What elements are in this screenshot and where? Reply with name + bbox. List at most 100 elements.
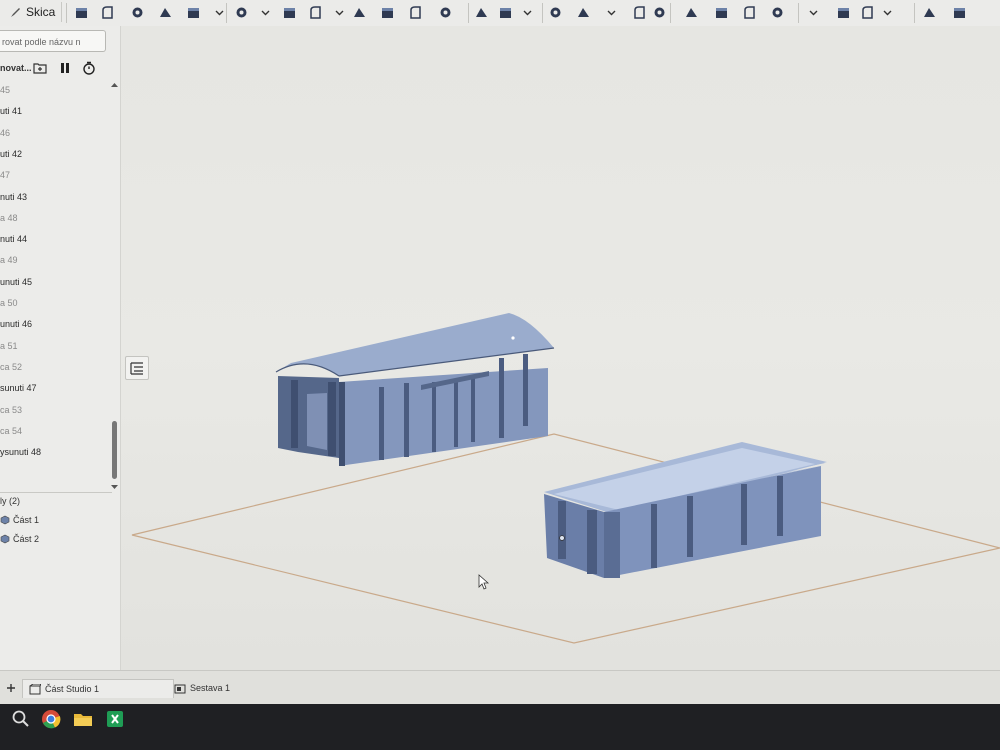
plus-icon <box>7 684 15 692</box>
feature-list-item[interactable]: ca 53 <box>0 401 22 419</box>
part-item[interactable]: Část 2 <box>0 534 39 544</box>
replace-face-icon[interactable] <box>714 5 729 20</box>
feature-list-item[interactable]: a 51 <box>0 337 18 355</box>
split-icon[interactable] <box>498 5 513 20</box>
tab-assembly[interactable]: Sestava 1 <box>168 679 270 697</box>
feature-search-input[interactable]: rovat podle názvu n <box>0 30 106 52</box>
cylinder-icon[interactable] <box>438 5 453 20</box>
viewport-canvas <box>131 313 1000 644</box>
chevron-down-icon[interactable] <box>212 5 227 20</box>
chevron-down-icon[interactable] <box>110 483 119 491</box>
panel-toggle-button[interactable] <box>125 356 149 380</box>
file-explorer-icon[interactable] <box>72 708 94 730</box>
add-folder-icon[interactable] <box>33 62 47 74</box>
container-body[interactable] <box>544 442 827 578</box>
plane-icon[interactable] <box>770 5 785 20</box>
draft-icon[interactable] <box>308 5 323 20</box>
loft-icon[interactable] <box>158 5 173 20</box>
boolean-icon[interactable] <box>474 5 489 20</box>
revolve-icon[interactable] <box>100 5 115 20</box>
toolbar-separator <box>670 3 671 23</box>
pattern-icon[interactable] <box>576 5 591 20</box>
sketch-button-label: Skica <box>26 5 56 19</box>
chevron-down-icon[interactable] <box>806 5 821 20</box>
shell-icon[interactable] <box>352 5 367 20</box>
feature-list-panel: rovat podle názvu n novat... 45 uti 41 46 u… <box>0 26 121 670</box>
part-studio-icon <box>29 683 41 694</box>
list-icon[interactable] <box>860 5 875 20</box>
feature-list-scrollbar[interactable] <box>110 81 119 489</box>
rollback-clock-icon[interactable] <box>82 61 96 75</box>
document-tab-bar: Část Studio 1 Sestava 1 <box>0 670 1000 705</box>
pause-icon[interactable] <box>60 62 70 74</box>
feature-list-item[interactable]: a 48 <box>0 209 18 227</box>
extrude-icon[interactable] <box>74 5 89 20</box>
code-icon[interactable] <box>952 5 967 20</box>
part-icon <box>0 515 10 525</box>
tab-label: Část Studio 1 <box>45 684 100 694</box>
toolbar-separator <box>542 3 543 23</box>
search-icon[interactable] <box>10 708 32 730</box>
feature-list-item[interactable]: 45 <box>0 81 10 99</box>
toolbar-separator <box>226 3 227 23</box>
part-item-label: Část 2 <box>13 534 40 544</box>
parts-header: ly (2) <box>0 496 20 506</box>
chevron-down-icon[interactable] <box>258 5 273 20</box>
hole-icon[interactable] <box>380 5 395 20</box>
transform-icon[interactable] <box>548 5 563 20</box>
part-item[interactable]: Část 1 <box>0 515 39 525</box>
feature-list: 45 uti 41 46 uti 42 47 nuti 43 a 48 nuti 44 a 49… <box>0 81 110 466</box>
chamfer-icon[interactable] <box>282 5 297 20</box>
feature-list-item[interactable]: sunuti 47 <box>0 379 37 397</box>
feature-list-item[interactable]: nuti 44 <box>0 230 27 248</box>
toolbar-separator <box>66 3 67 23</box>
thicken-icon[interactable] <box>186 5 201 20</box>
offset-surface-icon[interactable] <box>742 5 757 20</box>
panel-divider <box>0 492 112 493</box>
feature-list-item[interactable]: uti 42 <box>0 145 22 163</box>
add-tab-button[interactable] <box>0 679 22 697</box>
feature-toolbar: Skica <box>0 0 1000 27</box>
feature-list-item[interactable]: uti 41 <box>0 102 22 120</box>
part-icon <box>0 534 10 544</box>
mate-connector-icon[interactable] <box>836 5 851 20</box>
feature-list-header: novat... <box>0 60 110 78</box>
chevron-up-icon[interactable] <box>110 81 119 89</box>
feature-list-item[interactable]: nuti 43 <box>0 188 27 206</box>
spreadsheet-icon[interactable] <box>104 708 126 730</box>
sweep-icon[interactable] <box>130 5 145 20</box>
sketch-button[interactable]: Skica <box>4 2 63 22</box>
pencil-icon <box>11 8 20 17</box>
mirror-icon[interactable] <box>632 5 647 20</box>
chrome-icon[interactable] <box>40 708 62 730</box>
toolbar-separator <box>914 3 915 23</box>
feature-list-item[interactable]: a 49 <box>0 251 18 269</box>
chevron-down-icon[interactable] <box>520 5 535 20</box>
delete-icon[interactable] <box>652 5 667 20</box>
chevron-down-icon[interactable] <box>604 5 619 20</box>
feature-list-item[interactable]: ysunuti 48 <box>0 443 41 461</box>
mouse-pointer-icon <box>478 574 490 590</box>
tab-part-studio[interactable]: Část Studio 1 <box>22 679 174 698</box>
feature-list-item[interactable]: 46 <box>0 124 10 142</box>
feature-list-item[interactable]: unuti 46 <box>0 315 32 333</box>
chevron-down-icon[interactable] <box>880 5 895 20</box>
feature-list-item[interactable]: ca 54 <box>0 422 22 440</box>
list-icon <box>130 362 143 375</box>
feature-list-item[interactable]: a 50 <box>0 294 18 312</box>
fillet-hole-icon[interactable] <box>408 5 423 20</box>
move-face-icon[interactable] <box>684 5 699 20</box>
tab-label: Sestava 1 <box>190 683 231 693</box>
part-item-label: Část 1 <box>13 515 40 525</box>
assembly-icon <box>174 684 186 693</box>
3d-viewport[interactable] <box>121 26 1000 670</box>
fillet-icon[interactable] <box>234 5 249 20</box>
feature-list-item[interactable]: ca 52 <box>0 358 22 376</box>
clock-icon[interactable] <box>922 5 937 20</box>
scrollbar-thumb[interactable] <box>112 421 117 479</box>
feature-list-item[interactable]: unuti 45 <box>0 273 32 291</box>
chevron-down-icon[interactable] <box>332 5 347 20</box>
feature-list-item[interactable]: 47 <box>0 166 10 184</box>
toolbar-separator <box>798 3 799 23</box>
shed-body[interactable] <box>275 313 555 466</box>
